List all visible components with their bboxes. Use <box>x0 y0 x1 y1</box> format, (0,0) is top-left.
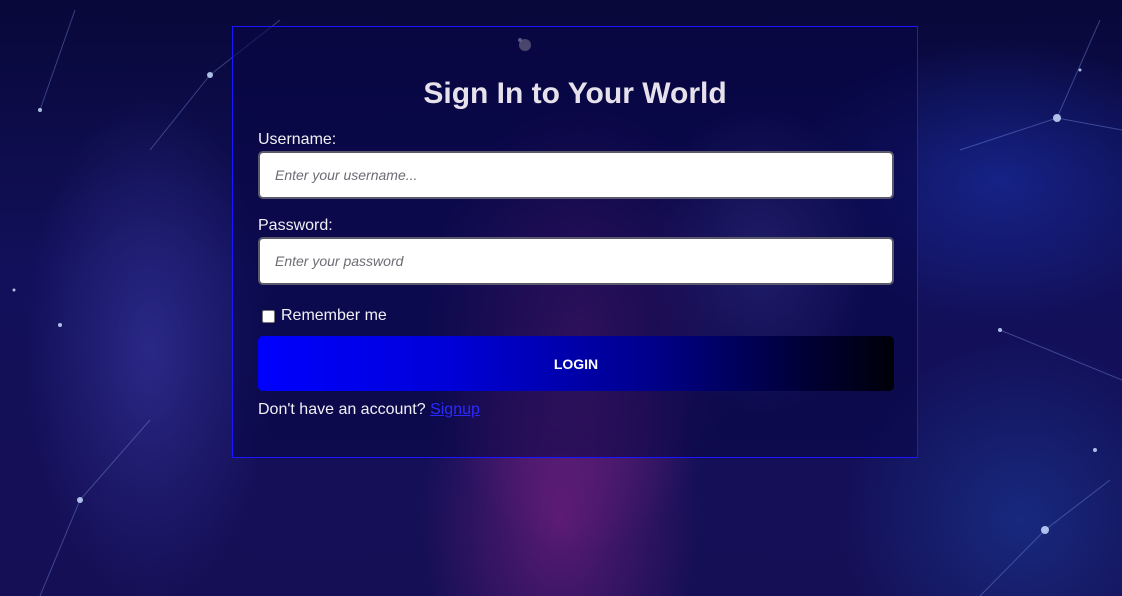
signup-link[interactable]: Signup <box>430 401 480 418</box>
page-title: Sign In to Your World <box>423 77 727 110</box>
password-input[interactable] <box>258 237 894 285</box>
signup-prompt-text: Don't have an account? <box>258 401 426 418</box>
username-label: Username: <box>258 131 337 148</box>
remember-me-label[interactable]: Remember me <box>281 307 387 325</box>
remember-me-checkbox[interactable] <box>262 309 275 323</box>
login-button[interactable]: LOGIN <box>258 336 894 391</box>
password-label: Password: <box>258 217 333 234</box>
login-card: Sign In to Your World Username: Password… <box>232 26 918 458</box>
username-input[interactable] <box>258 151 894 199</box>
signup-prompt-row: Don't have an account? Signup <box>258 400 892 420</box>
remember-me-row: Remember me <box>258 306 892 326</box>
